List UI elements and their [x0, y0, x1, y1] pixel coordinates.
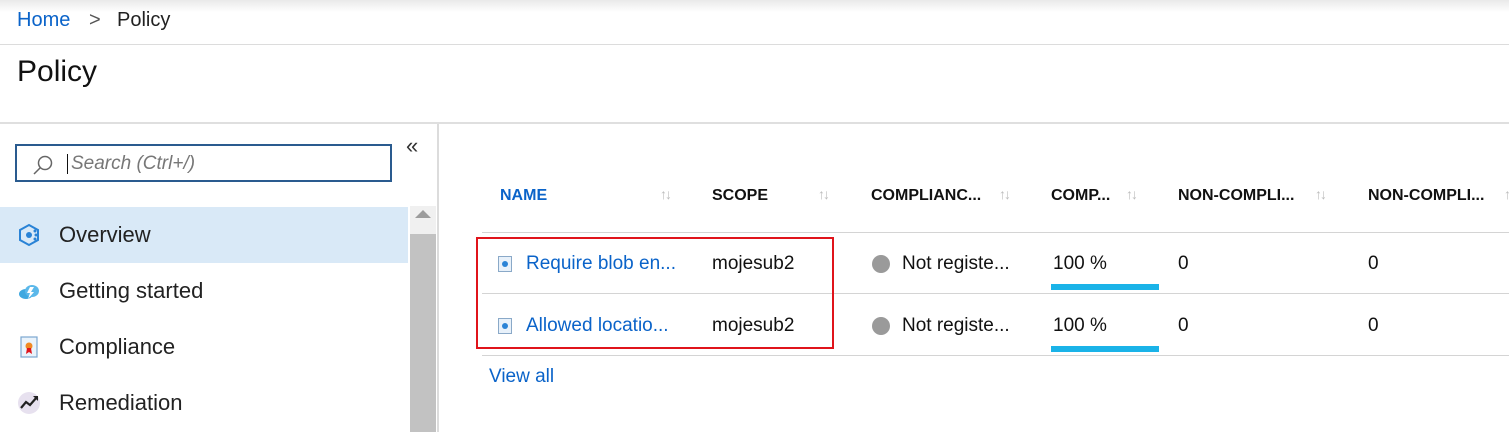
sidebar-item-remediation[interactable]: Remediation [0, 375, 408, 431]
compliance-icon [20, 336, 38, 358]
column-header-scope[interactable]: SCOPE [712, 187, 768, 205]
sidebar-item-label: Overview [59, 222, 151, 247]
column-header-compliance-state[interactable]: COMPLIANC... [871, 187, 981, 205]
sidebar-item-getting-started[interactable]: Getting started [0, 263, 408, 319]
sidebar-scroll-thumb[interactable] [410, 234, 436, 432]
non-compliant-resources-cell: 0 [1178, 253, 1189, 274]
top-bar: Home > Policy [0, 0, 1509, 45]
sort-icon[interactable]: ↑↓ [1504, 186, 1509, 202]
sidebar-divider [437, 124, 439, 432]
breadcrumb-current: Policy [117, 9, 171, 31]
remediation-icon [18, 392, 40, 414]
column-header-non-compliant-resources[interactable]: NON-COMPLI... [1178, 187, 1294, 205]
breadcrumb-home-link[interactable]: Home [17, 9, 70, 32]
compliance-percent-cell: 100 % [1053, 315, 1107, 336]
search-cursor [67, 154, 68, 174]
column-header-name[interactable]: NAME [500, 187, 547, 205]
status-dot-icon [872, 255, 890, 273]
search-icon [33, 155, 53, 175]
cloud-icon [19, 285, 39, 299]
sort-icon[interactable]: ↑↓ [1126, 186, 1138, 202]
search-input[interactable] [69, 151, 383, 177]
non-compliant-policies-cell: 0 [1368, 253, 1379, 274]
view-all-link[interactable]: View all [489, 366, 554, 388]
compliance-progress-bar [1051, 284, 1159, 290]
sidebar-item-label: Getting started [59, 278, 204, 303]
status-dot-icon [872, 317, 890, 335]
sort-icon[interactable]: ↑↓ [1315, 186, 1327, 202]
scroll-up-arrow-icon[interactable] [415, 210, 431, 218]
sort-icon[interactable]: ↑↓ [660, 186, 672, 202]
highlight-annotation-box [476, 237, 834, 349]
sort-icon[interactable]: ↑↓ [818, 186, 830, 202]
compliance-progress-bar [1051, 346, 1159, 352]
page-title: Policy [17, 55, 98, 88]
sidebar-item-overview[interactable]: Overview [0, 207, 408, 263]
compliance-state-cell: Not registe... [902, 315, 1010, 336]
sort-icon[interactable]: ↑↓ [999, 186, 1011, 202]
compliance-state-cell: Not registe... [902, 253, 1010, 274]
sidebar-item-label: Remediation [59, 390, 183, 415]
sidebar-item-compliance[interactable]: Compliance [0, 319, 408, 375]
column-header-compliance-percent[interactable]: COMP... [1051, 187, 1110, 205]
overview-icon [19, 223, 39, 247]
non-compliant-policies-cell: 0 [1368, 315, 1379, 336]
column-header-non-compliant-policies[interactable]: NON-COMPLI... [1368, 187, 1484, 205]
table-row-divider [482, 232, 1509, 233]
compliance-percent-cell: 100 % [1053, 253, 1107, 274]
breadcrumb-separator-icon: > [89, 9, 101, 31]
collapse-sidebar-icon[interactable]: « [406, 133, 418, 159]
sidebar-item-label: Compliance [59, 334, 176, 359]
non-compliant-resources-cell: 0 [1178, 315, 1189, 336]
search-box[interactable] [15, 144, 392, 182]
table-row-divider [482, 355, 1509, 356]
